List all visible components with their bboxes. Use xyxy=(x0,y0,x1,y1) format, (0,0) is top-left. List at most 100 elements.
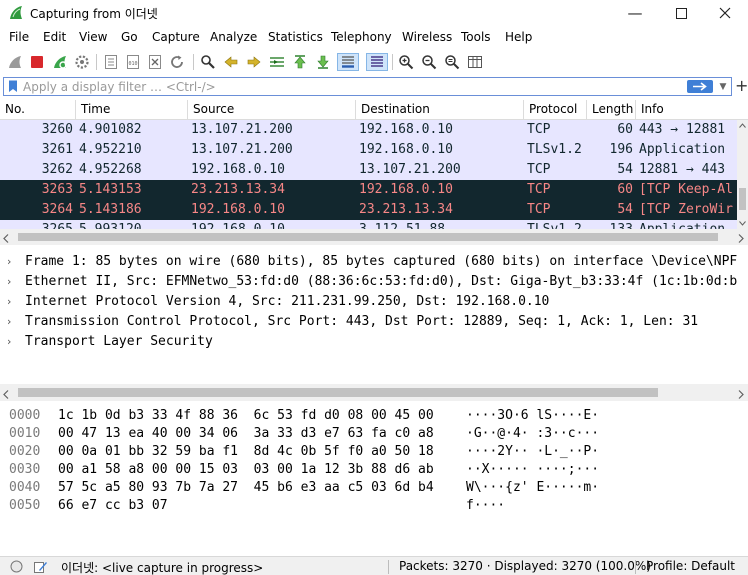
bytes-hex[interactable]: 00 47 13 ea 40 00 34 06 3a 33 d3 e7 63 f… xyxy=(58,425,434,443)
chevron-right-icon[interactable]: › xyxy=(7,332,11,352)
chevron-right-icon[interactable] xyxy=(738,388,744,402)
chevron-up-icon[interactable] xyxy=(737,120,748,130)
goto-packet-icon xyxy=(270,57,284,67)
column-header-source[interactable]: Source xyxy=(188,100,356,120)
reload-file-button[interactable] xyxy=(168,53,186,71)
expert-info-icon[interactable] xyxy=(10,560,23,573)
bytes-hex[interactable]: 00 0a 01 bb 32 59 ba f1 8d 4c 0b 5f f0 a… xyxy=(58,443,434,461)
column-header-time[interactable]: Time xyxy=(76,100,188,120)
packet-row[interactable]: 3265 5.993120 192.168.0.10 3.112.51.88 TLSv1… xyxy=(0,220,737,229)
start-capture-button[interactable] xyxy=(6,53,24,71)
close-button[interactable] xyxy=(702,0,748,26)
detail-tree-item[interactable]: › Ethernet II, Src: EFMNetwo_53:fd:d0 (88… xyxy=(0,272,748,292)
chevron-right-icon[interactable]: › xyxy=(7,312,11,332)
bytes-ascii[interactable]: f···· xyxy=(466,497,505,515)
chevron-left-icon[interactable] xyxy=(3,388,9,402)
restart-capture-button[interactable] xyxy=(51,53,69,71)
colorize-toggle[interactable] xyxy=(366,53,388,71)
packet-row[interactable]: 3260 4.901082 13.107.21.200 192.168.0.10 TCP… xyxy=(0,120,737,140)
reload-icon xyxy=(171,55,183,68)
bytes-ascii[interactable]: ····2Y·· ·L·_··P· xyxy=(466,443,599,461)
menu-edit[interactable]: Edit xyxy=(43,30,66,44)
bytes-hex[interactable]: 57 5c a5 80 93 7b 7a 27 45 b6 e3 aa c5 0… xyxy=(58,479,434,497)
edit-comment-icon[interactable] xyxy=(33,559,48,574)
chevron-right-icon[interactable]: › xyxy=(7,252,11,272)
bytes-ascii[interactable]: ··X····· ····;··· xyxy=(466,461,599,479)
chevron-down-icon[interactable] xyxy=(737,218,748,228)
menu-analyze[interactable]: Analyze xyxy=(210,30,257,44)
detail-tree-item[interactable]: › Transmission Control Protocol, Src Port… xyxy=(0,312,748,332)
detail-tree-item[interactable]: › Transport Layer Security xyxy=(0,332,748,352)
menu-wireless[interactable]: Wireless xyxy=(402,30,452,44)
packet-row[interactable]: 3263 5.143153 23.213.13.34 192.168.0.10 TCP 6… xyxy=(0,180,737,200)
menu-help[interactable]: Help xyxy=(505,30,532,44)
zoom-reset-button[interactable] xyxy=(443,53,461,71)
menu-view[interactable]: View xyxy=(79,30,107,44)
column-header-protocol[interactable]: Protocol xyxy=(524,100,587,120)
scrollbar-thumb[interactable] xyxy=(18,388,658,397)
column-header-no[interactable]: No. xyxy=(0,100,76,120)
bytes-hex[interactable]: 00 a1 58 a8 00 00 15 03 03 00 1a 12 3b 8… xyxy=(58,461,434,479)
column-header-info[interactable]: Info xyxy=(636,100,748,120)
bytes-row: 0000 1c 1b 0d b3 33 4f 88 36 6c 53 fd d0 … xyxy=(0,407,748,425)
cell-no: 3262 xyxy=(41,162,73,177)
zoom-out-button[interactable] xyxy=(420,53,438,71)
scrollbar-thumb[interactable] xyxy=(18,233,718,241)
menu-tools[interactable]: Tools xyxy=(461,30,491,44)
packet-row[interactable]: 3262 4.952268 192.168.0.10 13.107.21.200 TCP… xyxy=(0,160,737,180)
go-back-button[interactable] xyxy=(222,53,240,71)
column-header-destination[interactable]: Destination xyxy=(356,100,524,120)
chevron-right-icon[interactable] xyxy=(738,232,744,246)
bookmark-icon[interactable] xyxy=(8,80,18,93)
resize-columns-button[interactable] xyxy=(466,53,484,71)
menu-capture[interactable]: Capture xyxy=(152,30,200,44)
cell-length: 60 xyxy=(617,122,633,137)
bytes-hex[interactable]: 1c 1b 0d b3 33 4f 88 36 6c 53 fd d0 08 0… xyxy=(58,407,434,425)
scrollbar-thumb[interactable] xyxy=(739,188,746,210)
packet-row[interactable]: 3264 5.143186 192.168.0.10 23.213.13.34 TCP 5… xyxy=(0,200,737,220)
find-packet-button[interactable] xyxy=(199,53,217,71)
stop-icon xyxy=(31,56,43,68)
save-file-button[interactable]: 010 xyxy=(124,53,142,71)
menu-go[interactable]: Go xyxy=(121,30,138,44)
detail-tree-item[interactable]: › Internet Protocol Version 4, Src: 211.2… xyxy=(0,292,748,312)
filter-history-dropdown[interactable]: ▼ xyxy=(716,78,730,95)
cell-protocol: TLSv1.2 xyxy=(527,220,585,229)
packet-list-horizontal-scrollbar[interactable] xyxy=(0,229,748,245)
display-filter-input[interactable] xyxy=(23,79,663,94)
bytes-ascii[interactable]: W\···{z' E·····m· xyxy=(466,479,599,497)
bytes-ascii[interactable]: ····3O·6 lS····E· xyxy=(466,407,599,425)
packet-list-vertical-scrollbar[interactable] xyxy=(737,120,748,229)
packet-row[interactable]: 3261 4.952210 13.107.21.200 192.168.0.10 TLS… xyxy=(0,140,737,160)
bytes-hex[interactable]: 66 e7 cc b3 07 xyxy=(58,497,168,515)
apply-filter-button[interactable] xyxy=(687,80,713,93)
menu-telephony[interactable]: Telephony xyxy=(331,30,392,44)
profile-text[interactable]: Profile: Default xyxy=(646,559,735,573)
capture-options-button[interactable] xyxy=(73,53,91,71)
details-horizontal-scrollbar[interactable] xyxy=(0,384,748,401)
chevron-right-icon[interactable]: › xyxy=(7,292,11,312)
add-filter-button[interactable]: + xyxy=(735,77,748,95)
go-forward-button[interactable] xyxy=(245,53,263,71)
autoscroll-toggle[interactable] xyxy=(337,53,359,71)
stop-capture-button[interactable] xyxy=(28,53,46,71)
open-file-button[interactable] xyxy=(102,53,120,71)
bytes-ascii[interactable]: ·G··@·4· :3··c··· xyxy=(466,425,599,443)
detail-tree-item[interactable]: › Frame 1: 85 bytes on wire (680 bits), 8… xyxy=(0,252,748,272)
cell-length: 133 xyxy=(587,220,633,229)
cell-destination: 3.112.51.88 xyxy=(359,220,521,229)
menu-file[interactable]: File xyxy=(9,30,29,44)
column-header-length[interactable]: Length xyxy=(587,100,636,120)
minimize-button[interactable]: — xyxy=(612,0,658,26)
menu-statistics[interactable]: Statistics xyxy=(268,30,323,44)
go-first-packet-button[interactable] xyxy=(291,53,309,71)
maximize-button[interactable] xyxy=(658,0,704,26)
zoom-in-button[interactable] xyxy=(397,53,415,71)
chevron-left-icon[interactable] xyxy=(3,232,9,246)
bytes-offset: 0040 xyxy=(9,480,41,495)
go-last-packet-button[interactable] xyxy=(314,53,332,71)
chevron-right-icon[interactable]: › xyxy=(7,272,11,292)
close-file-button[interactable] xyxy=(146,53,164,71)
go-to-packet-button[interactable] xyxy=(268,53,286,71)
cell-length: 196 xyxy=(609,142,633,157)
